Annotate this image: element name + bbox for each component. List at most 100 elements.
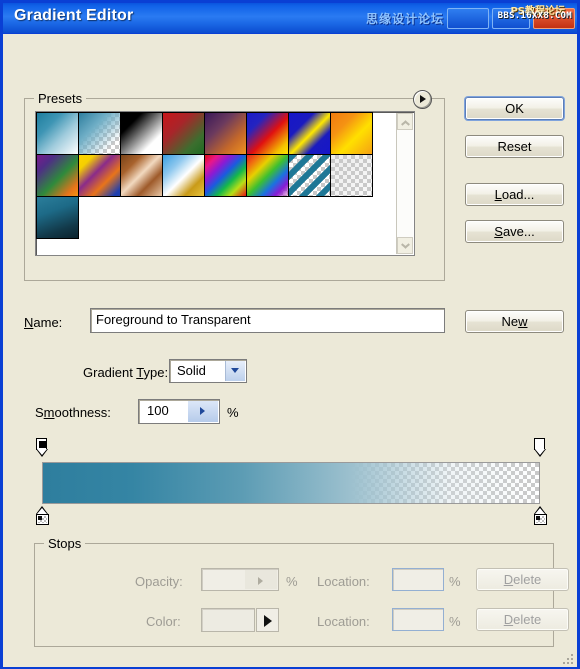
presets-list[interactable] (35, 111, 415, 256)
preset-swatch[interactable] (162, 154, 205, 197)
gradient-fill (43, 463, 539, 503)
window-titlebar[interactable]: Gradient Editor 思缘设计论坛 PS教程论坛 BBS.16XX8.… (3, 3, 577, 34)
stop-pointer-icon (35, 449, 48, 457)
preset-swatch[interactable] (36, 154, 79, 197)
smoothness-label-b: oothness: (54, 405, 111, 420)
watermark-overlay: 思缘设计论坛 PS教程论坛 BBS.16XX8.COM (366, 5, 575, 32)
preset-swatch[interactable] (36, 196, 79, 239)
preset-swatch-gradient (79, 155, 120, 196)
opacity-location-label: Location: (317, 574, 370, 589)
chevron-up-icon (401, 120, 410, 125)
preset-swatch[interactable] (288, 154, 331, 197)
color-stop-left[interactable] (35, 506, 49, 525)
preset-swatch[interactable] (36, 112, 79, 155)
presets-menu-button[interactable] (413, 90, 432, 109)
watermark-badge-1 (447, 8, 489, 29)
preset-swatch[interactable] (204, 154, 247, 197)
opacity-label: Opacity: (135, 574, 183, 589)
window-title: Gradient Editor (14, 7, 134, 24)
color-delete-label: elete (513, 612, 542, 627)
new-accel: w (518, 314, 528, 329)
preset-swatch-gradient (79, 113, 120, 154)
stops-legend: Stops (44, 536, 86, 551)
color-location-input[interactable] (392, 608, 444, 631)
color-swatch[interactable] (201, 608, 255, 632)
smoothness-label-a: S (35, 405, 44, 420)
preset-swatch[interactable] (204, 112, 247, 155)
new-button[interactable]: New (465, 310, 564, 333)
preset-swatch-gradient (205, 155, 246, 196)
opacity-stop-right[interactable] (533, 438, 547, 457)
preset-swatch[interactable] (246, 112, 289, 155)
load-button[interactable]: Load... (465, 183, 564, 206)
scroll-up-button[interactable] (397, 113, 413, 130)
reset-button[interactable]: Reset (465, 135, 564, 158)
gradient-type-label: Gradient Type: (83, 365, 168, 380)
stop-color-chip (536, 441, 544, 448)
color-label: Color: (146, 614, 181, 629)
gradient-type-label-b: ype: (143, 365, 169, 380)
presets-swatch-grid (36, 112, 381, 239)
gradient-type-select[interactable]: Solid (169, 359, 247, 383)
slider-arrow-icon (200, 407, 205, 415)
opacity-location-input[interactable] (392, 568, 444, 591)
preset-swatch[interactable] (120, 112, 163, 155)
presets-scrollbar[interactable] (396, 113, 413, 254)
preset-swatch[interactable] (330, 112, 373, 155)
chevron-down-icon (401, 244, 410, 249)
color-stop-right[interactable] (533, 506, 547, 525)
preset-swatch[interactable] (330, 154, 373, 197)
preset-swatch-gradient (37, 113, 78, 154)
name-input[interactable]: Foreground to Transparent (90, 308, 445, 333)
watermark-badge-3 (533, 8, 575, 29)
smoothness-input[interactable]: 100 (138, 399, 220, 424)
preset-swatch[interactable] (288, 112, 331, 155)
preset-swatch[interactable] (162, 112, 205, 155)
preset-swatch-gradient (289, 113, 330, 154)
color-picker-button[interactable] (256, 608, 279, 632)
save-button[interactable]: Save... (465, 220, 564, 243)
preset-swatch-gradient (289, 155, 330, 196)
preset-swatch-gradient (331, 155, 372, 196)
gradient-type-value: Solid (177, 363, 206, 378)
scroll-down-button[interactable] (397, 237, 413, 254)
opacity-location-unit: % (449, 574, 461, 589)
smoothness-slider-button[interactable] (188, 401, 218, 422)
right-triangle-icon (264, 615, 272, 627)
preset-swatch-gradient (331, 113, 372, 154)
load-label: oad... (501, 187, 535, 202)
save-label: ave... (502, 224, 535, 239)
resize-grip-icon[interactable] (561, 652, 573, 664)
preset-swatch[interactable] (78, 154, 121, 197)
preset-swatch-gradient (37, 155, 78, 196)
gradient-type-dropdown-button[interactable] (225, 361, 245, 381)
stops-group: Stops Opacity: % Location: % Delete Colo… (34, 536, 569, 647)
name-label: Name: (24, 315, 62, 330)
watermark-chinese-text: 思缘设计论坛 (365, 12, 444, 26)
opacity-input[interactable] (201, 568, 279, 591)
ok-button[interactable]: OK (465, 97, 564, 120)
preset-swatch-gradient (247, 113, 288, 154)
smoothness-label: Smoothness: (35, 405, 111, 420)
scrollbar-track[interactable] (397, 130, 413, 237)
opacity-delete-accel: D (503, 572, 514, 587)
preset-swatch-gradient (121, 155, 162, 196)
opacity-delete-button[interactable]: Delete (476, 568, 569, 591)
watermark-url: BBS.16XX8.COM (497, 11, 572, 21)
preset-swatch[interactable] (120, 154, 163, 197)
opacity-slider-button[interactable] (245, 570, 277, 589)
preset-swatch[interactable] (78, 112, 121, 155)
preset-swatch-gradient (163, 113, 204, 154)
preset-swatch-gradient (163, 155, 204, 196)
stop-color-chip (38, 441, 46, 448)
color-delete-button[interactable]: Delete (476, 608, 569, 631)
gradient-preview-bar[interactable] (42, 462, 540, 504)
presets-group: Presets (24, 90, 445, 281)
gradient-editor-window: Gradient Editor 思缘设计论坛 PS教程论坛 BBS.16XX8.… (0, 0, 580, 669)
dialog-body: Presets OK Reset Load... Save... New Nam… (3, 34, 577, 667)
preset-swatch[interactable] (246, 154, 289, 197)
preset-swatch-gradient (121, 113, 162, 154)
color-location-label: Location: (317, 614, 370, 629)
opacity-stop-left[interactable] (35, 438, 49, 457)
watermark-badge-2 (492, 8, 530, 29)
